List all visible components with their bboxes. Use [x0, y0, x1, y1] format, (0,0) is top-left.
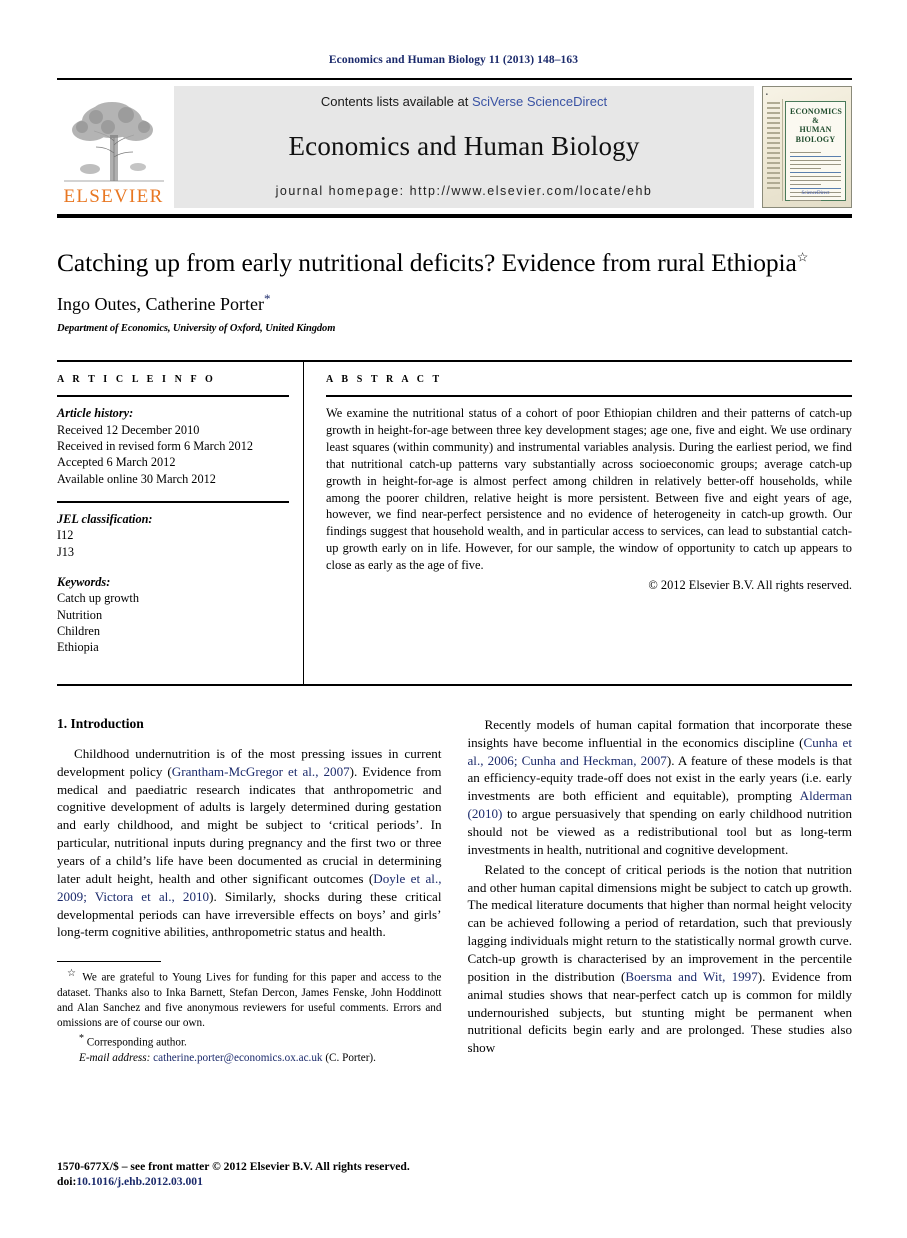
author-names: Ingo Outes, Catherine Porter: [57, 294, 264, 315]
keywords-group: Keywords: Catch up growth Nutrition Chil…: [57, 574, 289, 656]
jel-header: JEL classification:: [57, 512, 153, 527]
jel-rule: [57, 501, 289, 504]
cover-sciencedirect-label: ScienceDirect: [801, 191, 830, 196]
doi-line: doi:10.1016/j.ehb.2012.03.001: [57, 1174, 457, 1190]
footnote-email: E-mail address: catherine.porter@economi…: [57, 1051, 442, 1066]
elsevier-wordmark: ELSEVIER: [63, 186, 164, 207]
abstract-text: We examine the nutritional status of a c…: [326, 406, 852, 573]
keyword-item: Children: [57, 624, 101, 639]
history-item: Available online 30 March 2012: [57, 471, 216, 486]
paragraph-text: Recently models of human capital formati…: [467, 716, 853, 750]
cover-title-line1: ECONOMICS &: [790, 107, 843, 126]
article-info-column: A R T I C L E I N F O Article history: R…: [57, 362, 304, 684]
journal-title: Economics and Human Biology: [288, 131, 640, 161]
info-abstract-bottom-rule: [57, 683, 852, 686]
left-column-paragraphs: Childhood undernutrition is of the most …: [57, 745, 442, 941]
citation-link[interactable]: Boersma and Wit, 1997: [625, 969, 757, 984]
article-history-header: Article history:: [57, 406, 134, 421]
keyword-item: Nutrition: [57, 607, 103, 622]
footnote-corresponding: * Corresponding author.: [57, 1032, 442, 1051]
jel-code: I12: [57, 528, 74, 543]
title-block: Catching up from early nutritional defic…: [57, 248, 852, 334]
email-suffix: (C. Porter).: [325, 1052, 376, 1065]
running-head: Economics and Human Biology 11 (2013) 14…: [328, 54, 579, 66]
email-label: E-mail address:: [79, 1052, 151, 1065]
history-item: Accepted 6 March 2012: [57, 455, 176, 470]
contents-prefix: Contents lists available at: [320, 94, 472, 109]
history-item: Received 12 December 2010: [57, 422, 200, 437]
doi-link[interactable]: 10.1016/j.ehb.2012.03.001: [76, 1175, 203, 1188]
journal-banner: ELSEVIER Contents lists available at Sci…: [57, 78, 852, 208]
keyword-item: Ethiopia: [57, 640, 99, 655]
sciencedirect-link[interactable]: SciVerse ScienceDirect: [472, 94, 607, 109]
front-matter-line: 1570-677X/$ – see front matter © 2012 El…: [57, 1159, 410, 1173]
doi-prefix: doi:: [57, 1175, 77, 1189]
keywords-header: Keywords:: [57, 575, 111, 590]
cover-topbar: ■: [766, 91, 768, 96]
paragraph-text: to argue persuasively that spending on e…: [467, 806, 853, 857]
corresponding-author-marker[interactable]: *: [264, 291, 271, 306]
article-info-rule: [57, 395, 289, 398]
abstract-rule: [326, 395, 852, 398]
paragraph-text: ). Evidence from medical and paediatric …: [57, 763, 442, 886]
author-list: Ingo Outes, Catherine Porter*: [57, 291, 852, 315]
footnote-block: ☆ We are grateful to Young Lives for fun…: [57, 955, 442, 1066]
page-title: Catching up from early nutritional defic…: [57, 248, 852, 277]
title-footnote-marker[interactable]: ☆: [797, 250, 809, 265]
jel-code: J13: [57, 544, 75, 559]
article-history-group: Article history: Received 12 December 20…: [57, 405, 289, 487]
footnote-rule: [57, 961, 161, 963]
footnote-corresponding-text: Corresponding author.: [86, 1036, 187, 1049]
left-column: 1. Introduction Childhood undernutrition…: [57, 716, 442, 1067]
abstract-label: A B S T R A C T: [326, 374, 443, 386]
contents-available-line: Contents lists available at SciVerse Sci…: [321, 94, 607, 109]
body-columns: 1. Introduction Childhood undernutrition…: [57, 716, 852, 1067]
abstract-column: A B S T R A C T We examine the nutrition…: [304, 362, 852, 683]
keyword-item: Catch up growth: [57, 591, 139, 606]
journal-homepage-link[interactable]: journal homepage: http://www.elsevier.co…: [276, 184, 653, 198]
affiliation: Department of Economics, University of O…: [57, 323, 336, 335]
banner-center: Contents lists available at SciVerse Sci…: [174, 86, 754, 208]
citation-link[interactable]: Grantham-McGregor et al., 2007: [172, 764, 350, 779]
footnote-acknowledgement: ☆ We are grateful to Young Lives for fun…: [57, 967, 442, 1030]
paper-title-text: Catching up from early nutritional defic…: [57, 248, 797, 277]
email-address-link[interactable]: catherine.porter@economics.ox.ac.uk: [153, 1052, 322, 1064]
footnote-marker-asterisk: *: [79, 1032, 84, 1044]
section-heading-introduction: 1. Introduction: [57, 715, 144, 731]
footnote-acknowledgement-text: We are grateful to Young Lives for fundi…: [57, 971, 442, 1029]
right-column: Recently models of human capital formati…: [468, 716, 853, 1067]
journal-cover-thumbnail[interactable]: ■ ECONOMICS & HUMAN BIOLOGY ScienceDirec…: [762, 86, 852, 208]
body-paragraph: Related to the concept of critical perio…: [468, 861, 853, 1057]
body-paragraph: Childhood undernutrition is of the most …: [57, 745, 442, 941]
article-info-label: A R T I C L E I N F O: [57, 374, 216, 386]
abstract-copyright: © 2012 Elsevier B.V. All rights reserved…: [648, 577, 852, 592]
history-item: Received in revised form 6 March 2012: [57, 439, 254, 453]
info-abstract-region: A R T I C L E I N F O Article history: R…: [57, 360, 852, 684]
paper-page: Economics and Human Biology 11 (2013) 14…: [0, 0, 907, 1238]
footnote-marker-star: ☆: [67, 968, 78, 980]
body-paragraph: Recently models of human capital formati…: [468, 716, 853, 859]
cover-content-box: ECONOMICS & HUMAN BIOLOGY ScienceDirect: [785, 101, 846, 202]
cover-side-column: [766, 99, 783, 201]
elsevier-logo: ELSEVIER: [57, 86, 170, 208]
paragraph-text: Related to the concept of critical perio…: [467, 861, 853, 984]
jel-group: JEL classification: I12 J13: [57, 511, 289, 560]
page-footer: 1570-677X/$ – see front matter © 2012 El…: [57, 1159, 457, 1190]
cover-title-line2: HUMAN BIOLOGY: [795, 125, 836, 144]
right-column-paragraphs: Recently models of human capital formati…: [468, 716, 853, 1057]
elsevier-tree-logo-icon: [63, 102, 164, 182]
banner-bottom-rule: [57, 214, 852, 218]
